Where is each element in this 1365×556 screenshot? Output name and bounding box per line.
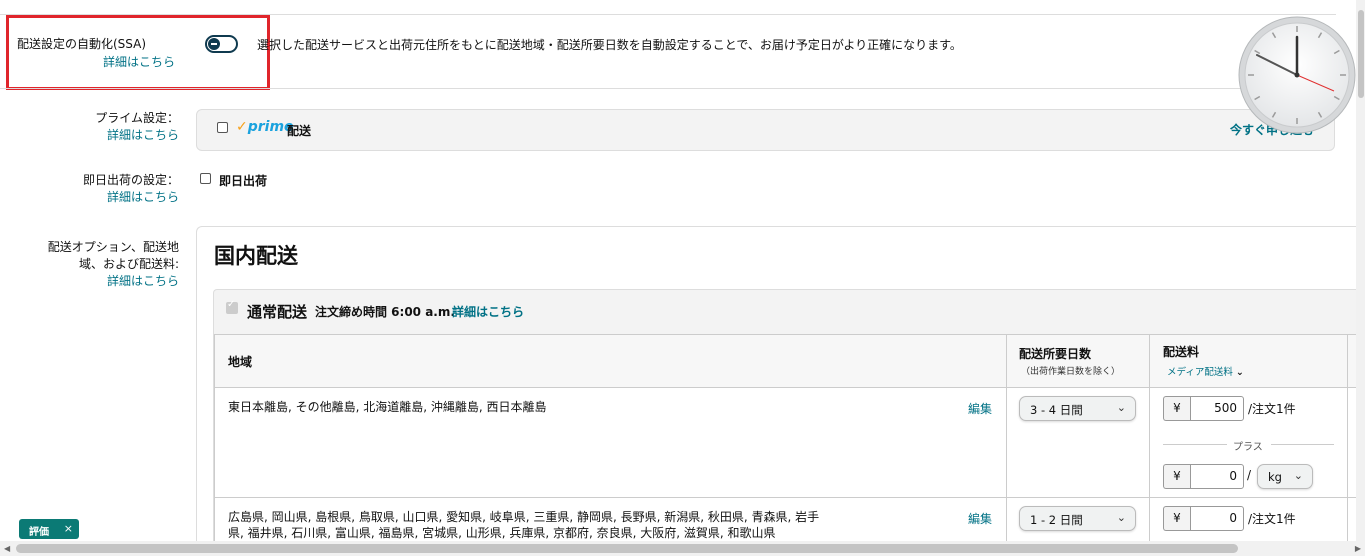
per-order-fee-input[interactable]: 0 [1190,506,1244,531]
prime-checkbox[interactable] [217,122,228,133]
table-col-divider [1149,335,1150,541]
scroll-left-icon[interactable]: ◀ [4,544,10,553]
feedback-badge[interactable]: 評価 × [19,519,79,539]
table-col-divider [1347,335,1348,541]
same-day-settings-label: 即日出荷の設定： 詳細はこちら [60,172,179,206]
col-header-region: 地域 [228,355,253,369]
ssa-details-link[interactable]: 詳細はこちら [103,53,175,70]
per-order-fee-input[interactable]: 500 [1190,396,1244,421]
vertical-scroll-thumb[interactable] [1358,10,1364,98]
same-day-details-link[interactable]: 詳細はこちら [60,189,179,206]
prime-settings-label: プライム設定： 詳細はこちら [60,110,179,144]
edit-region-link[interactable]: 編集 [968,400,992,417]
horizontal-scroll-thumb[interactable] [16,544,1238,553]
table-border-left [214,335,215,541]
currency-label: ¥ [1163,506,1190,531]
shipping-options-label-line1: 配送オプション、配送地 [47,240,179,254]
plus-label: プラス [1233,442,1263,453]
chevron-down-icon: ⌄ [1235,367,1244,378]
col-header-days-sub: （出荷作業日数を除く） [1021,367,1121,377]
chevron-down-icon: ⌄ [1116,401,1126,414]
region-cell-line1: 広島県, 岡山県, 島根県, 鳥取県, 山口県, 愛知県, 岐阜県, 三重県, … [228,510,820,524]
toggle-knob [208,38,220,50]
standard-shipping-details-link[interactable]: 詳細はこちら [452,303,524,320]
per-order-label: /注文1件 [1248,402,1296,416]
table-row-divider [214,497,1365,498]
prime-check-icon: ✓ [236,119,248,135]
vertical-scrollbar[interactable] [1356,0,1365,541]
standard-shipping-title: 通常配送 [247,303,308,321]
ssa-description: 選択した配送サービスと出荷元住所をもとに配送地域・配送所要日数を自動設定すること… [257,38,962,52]
table-col-divider [1006,335,1007,541]
shipping-options-label: 配送オプション、配送地 域、および配送料: 詳細はこちら [20,239,179,290]
plus-divider-left [1163,444,1227,445]
prime-details-link[interactable]: 詳細はこちら [60,127,179,144]
chevron-down-icon: ⌄ [1116,511,1126,524]
close-icon[interactable]: × [64,522,73,535]
shipping-options-details-link[interactable]: 詳細はこちら [20,273,179,290]
same-day-checkbox[interactable] [200,173,211,184]
same-day-label-text: 即日出荷の設定： [82,173,179,187]
prime-logo: ✓prime [236,119,294,135]
domestic-shipping-title: 国内配送 [214,244,298,268]
shipping-options-label-line2: 域、および配送料: [78,257,179,271]
weight-unit-select[interactable]: kg ⌄ [1257,464,1313,489]
region-cell: 東日本離島, その他離島, 北海道離島, 沖縄離島, 西日本離島 [228,400,547,414]
prime-option-label: 配送 [287,124,312,138]
col-header-fee: 配送料 [1163,345,1200,359]
plus-divider-right [1271,444,1334,445]
slash-label: / [1247,468,1252,482]
transit-days-select[interactable]: 1 - 2 日間 ⌄ [1019,506,1136,531]
section-divider [0,88,1336,89]
weight-fee-input[interactable]: 0 [1190,464,1244,489]
ssa-label: 配送設定の自動化(SSA) [17,37,147,51]
currency-label: ¥ [1163,396,1190,421]
prime-label-text: プライム設定： [95,111,179,125]
horizontal-scrollbar[interactable]: ◀ ▶ [0,541,1365,556]
clock-icon [1238,16,1356,134]
same-day-option-label: 即日出荷 [219,174,268,188]
chevron-down-icon: ⌄ [1293,469,1303,482]
feedback-label: 評価 [29,527,49,538]
region-cell-line2: 県, 福井県, 石川県, 富山県, 福島県, 宮城県, 山形県, 兵庫県, 京都… [228,526,776,540]
standard-shipping-checkbox[interactable] [226,299,238,314]
transit-days-select[interactable]: 3 - 4 日間 ⌄ [1019,396,1136,421]
per-order-label: /注文1件 [1248,512,1296,526]
ssa-toggle[interactable] [205,35,238,53]
currency-label: ¥ [1163,464,1190,489]
col-header-days: 配送所要日数 [1019,347,1092,361]
edit-region-link[interactable]: 編集 [968,510,992,527]
media-fee-dropdown[interactable]: メディア配送料 ⌄ [1167,364,1244,378]
scroll-right-icon[interactable]: ▶ [1355,544,1361,553]
cutoff-time: 注文締め時間 6:00 a.m. [315,305,455,319]
prime-panel [196,109,1335,151]
